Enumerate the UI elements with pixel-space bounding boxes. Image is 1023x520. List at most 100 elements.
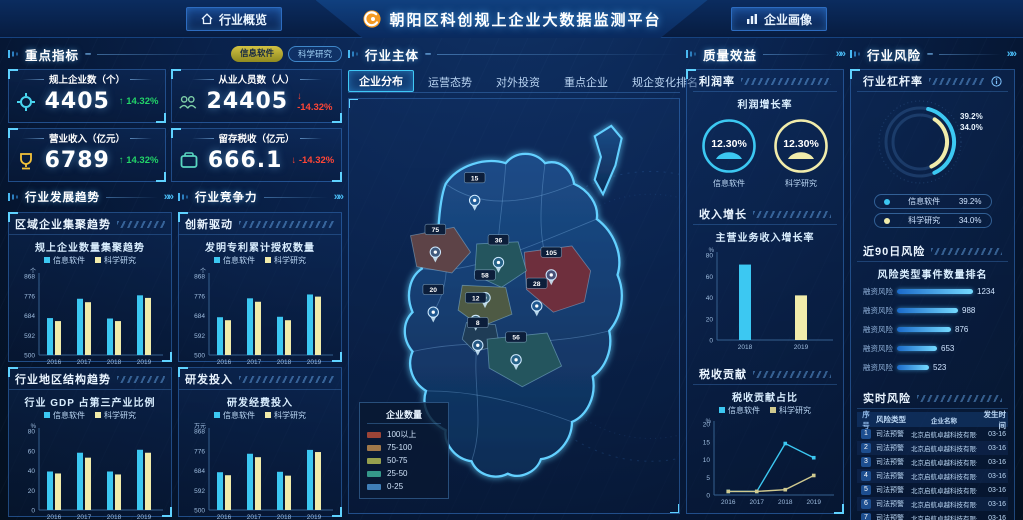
income-chart[interactable]: %02040608020182019 <box>693 245 837 351</box>
main-tabs: 企业分布运营态势对外投资重点企业规企变化排名 <box>348 69 680 93</box>
svg-text:2017: 2017 <box>77 514 92 520</box>
svg-text:2019: 2019 <box>137 359 152 366</box>
svg-text:2018: 2018 <box>107 514 122 520</box>
gdp-trend-card: 行业地区结构趋势 行业 GDP 占第三产业比例 信息软件科学研究 %020406… <box>8 367 172 517</box>
tag-science-research[interactable]: 科学研究 <box>288 46 342 62</box>
table-row[interactable]: 4 司法预警北京启航卓越科技有限公司03-16 <box>857 469 1008 483</box>
kpi-label: 留存税收（亿元） <box>178 131 335 145</box>
legend-item: 信息软件 <box>719 405 760 416</box>
page-title: 朝阳区科创规上企业大数据监测平台 <box>389 9 661 30</box>
hatch-decor <box>741 78 831 85</box>
svg-text:684: 684 <box>194 313 205 320</box>
patent-chart[interactable]: 个5005926847768682016201720182019 <box>179 266 341 366</box>
table-row[interactable]: 7 司法预警北京启航卓越科技有限公司03-16 <box>857 511 1008 520</box>
realtime-section: 实时风险 序号 风险类型 企业名称 发生时间 1 司法预警北京启航卓越科技有限公… <box>851 387 1014 520</box>
table-row[interactable]: 6 司法预警北京启航卓越科技有限公司03-16 <box>857 497 1008 511</box>
compete-section-header: 行业竞争力 »» <box>178 187 342 207</box>
chart-title: 规上企业数量集聚趋势 <box>9 239 171 254</box>
risk-bar-row: 融资风险 653 <box>857 339 1008 358</box>
section-bars-icon <box>348 48 359 60</box>
gdp-trend-subtitle: 行业地区结构趋势 <box>15 371 111 387</box>
svg-text:80: 80 <box>706 253 714 260</box>
profit-gauge: 12.30% 信息软件 <box>700 117 758 189</box>
industry-overview-button[interactable]: 行业概览 <box>186 7 282 31</box>
svg-text:500: 500 <box>194 508 205 515</box>
svg-text:12.30%: 12.30% <box>783 138 819 150</box>
leverage-gauge[interactable]: 39.2%34.0% <box>857 92 1008 192</box>
risk90-chart-title: 风险类型事件数量排名 <box>857 266 1008 281</box>
gdp-trend-chart[interactable]: %0204060802016201720182019 <box>9 421 171 520</box>
risk90-bars[interactable]: 融资风险 1234 融资风险 988 融资风险 876 融资风险 653 融资风… <box>857 282 1008 377</box>
svg-text:500: 500 <box>24 353 35 360</box>
enterprise-profile-label: 企业画像 <box>764 11 812 28</box>
risk-title: 行业风险 <box>867 45 921 64</box>
hatch-decor <box>753 371 831 378</box>
hatch-decor <box>753 211 831 218</box>
risk-bar-row: 融资风险 876 <box>857 320 1008 339</box>
risk-section-header: 行业风险 –»» <box>850 44 1015 64</box>
svg-text:776: 776 <box>194 293 205 300</box>
more-arrows-icon[interactable]: »» <box>836 48 844 60</box>
chart-title: 行业 GDP 占第三产业比例 <box>9 394 171 409</box>
svg-text:0: 0 <box>31 508 35 515</box>
kpi-label: 规上企业数（个） <box>15 72 159 86</box>
tag-info-software[interactable]: 信息软件 <box>231 46 283 62</box>
tax-subtitle: 税收贡献 <box>699 366 747 382</box>
info-icon[interactable] <box>991 76 1002 87</box>
kpi-card-enterprises: 规上企业数（个） 4405 ↑ 14.32% <box>8 69 166 123</box>
home-icon <box>201 13 213 25</box>
tab-1[interactable]: 运营态势 <box>418 72 482 92</box>
cluster-trend-chart[interactable]: 个5005926847768682016201720182019 <box>9 266 171 366</box>
kpi-value: 24405 <box>207 89 289 114</box>
hatch-decor <box>117 221 165 228</box>
svg-text:592: 592 <box>194 333 205 340</box>
tab-3[interactable]: 重点企业 <box>554 72 618 92</box>
rnd-chart[interactable]: 万元5005926847768682016201720182019 <box>179 421 341 520</box>
svg-text:2016: 2016 <box>721 499 736 506</box>
legend-item: 科学研究 <box>265 255 306 266</box>
svg-text:868: 868 <box>194 274 205 281</box>
kpi-delta: ↑ 14.32% <box>119 155 159 166</box>
more-arrows-icon[interactable]: »» <box>334 191 342 203</box>
realtime-subtitle: 实时风险 <box>863 390 911 406</box>
trend-title: 行业发展趋势 <box>25 189 100 205</box>
tax-chart[interactable]: %051015202016201720182019 <box>693 416 837 506</box>
cluster-trend-subtitle: 区域企业集聚趋势 <box>15 216 111 232</box>
svg-text:2019: 2019 <box>307 514 322 520</box>
profit-gauges[interactable]: 12.30% 信息软件 12.30% 科学研究 <box>693 117 837 189</box>
section-bars-icon <box>178 191 189 203</box>
svg-text:2016: 2016 <box>47 514 62 520</box>
income-chart-title: 主营业务收入增长率 <box>693 229 837 244</box>
top-header: 行业概览 朝阳区科创规上企业大数据监测平台 企业画像 <box>0 0 1023 38</box>
table-row[interactable]: 2 司法预警北京启航卓越科技有限公司03-16 <box>857 441 1008 455</box>
svg-text:75: 75 <box>432 227 440 234</box>
svg-text:40: 40 <box>706 295 714 302</box>
more-arrows-icon[interactable]: »» <box>1007 48 1015 60</box>
line-decor <box>97 54 225 55</box>
legend-item: 科学研究 <box>95 255 136 266</box>
enterprise-profile-button[interactable]: 企业画像 <box>731 7 827 31</box>
more-arrows-icon[interactable]: »» <box>164 191 172 203</box>
table-row[interactable]: 3 司法预警北京启航卓越科技有限公司03-16 <box>857 455 1008 469</box>
svg-text:776: 776 <box>194 448 205 455</box>
realtime-risk-table: 序号 风险类型 企业名称 发生时间 1 司法预警北京启航卓越科技有限公司03-1… <box>857 412 1008 520</box>
map-card: 15 75 36 105 58 28 20 12 8 56 <box>348 98 680 514</box>
svg-text:34.0%: 34.0% <box>960 123 983 132</box>
dash-decor: – <box>85 48 91 60</box>
risk-bar-row: 融资风险 988 <box>857 301 1008 320</box>
tab-0[interactable]: 企业分布 <box>348 70 414 92</box>
profit-section: 利润率 利润增长率 12.30% 信息软件 12.30% 科学研究 <box>687 70 843 189</box>
leverage-subtitle: 行业杠杆率 <box>863 73 923 89</box>
svg-text:15: 15 <box>703 439 711 446</box>
table-row[interactable]: 5 司法预警北京启航卓越科技有限公司03-16 <box>857 483 1008 497</box>
map-legend-item: 100以上 <box>367 428 441 441</box>
people-icon <box>178 92 197 112</box>
table-header-row: 序号 风险类型 企业名称 发生时间 <box>857 412 1008 427</box>
kpi-title: 重点指标 <box>25 45 79 64</box>
kpi-delta: ↓ -14.32% <box>291 155 334 166</box>
hatch-decor <box>117 376 165 383</box>
chart-legend: 信息软件科学研究 <box>9 255 171 266</box>
chart-legend: 信息软件科学研究 <box>693 405 837 416</box>
tab-2[interactable]: 对外投资 <box>486 72 550 92</box>
svg-text:0: 0 <box>709 338 713 345</box>
